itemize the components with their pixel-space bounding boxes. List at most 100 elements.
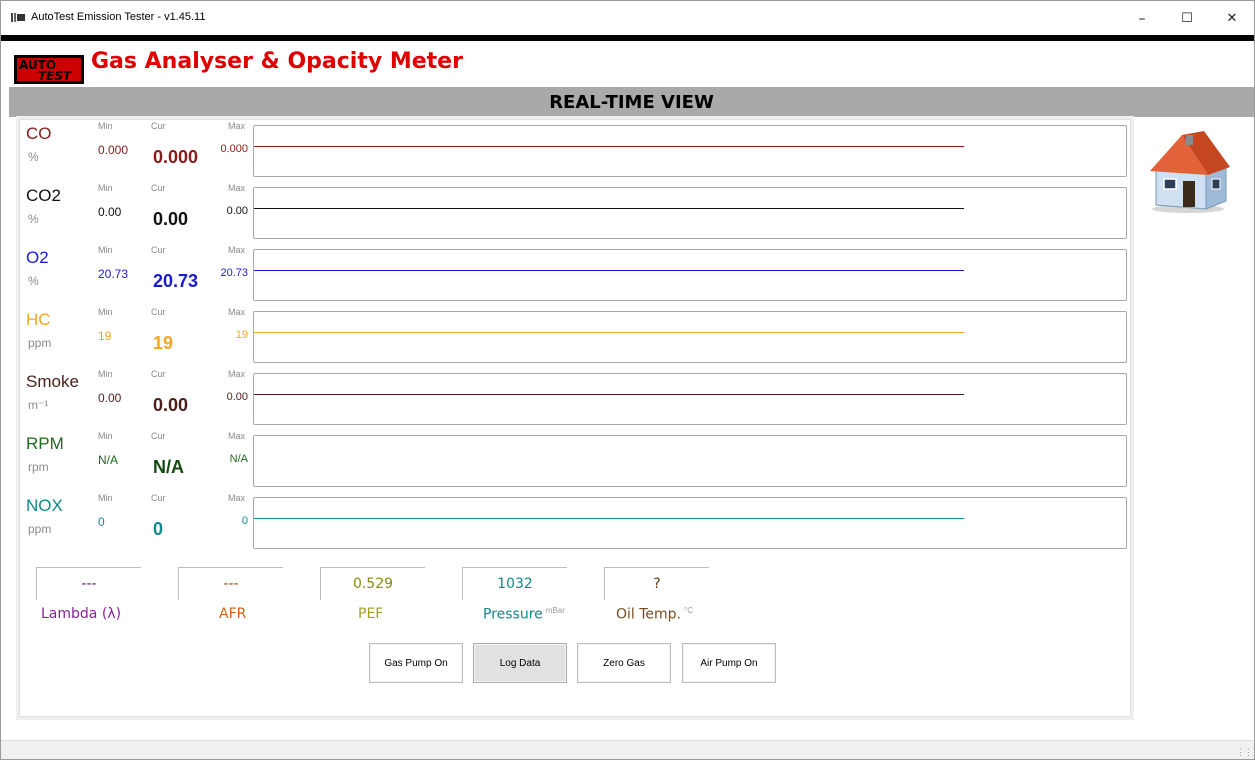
sensor-name: CO2 [26, 186, 61, 205]
sensor-row-smoke: Smoke m⁻¹ Min Cur Max 0.00 0.00 0.00 [1, 369, 1131, 427]
cur-label: Cur [151, 121, 166, 131]
sensor-unit: m⁻¹ [28, 398, 49, 412]
min-value: 20.73 [98, 267, 129, 281]
cur-label: Cur [151, 307, 166, 317]
sensor-unit: rpm [28, 460, 49, 474]
o2-trend-line [254, 270, 964, 271]
sensor-row-nox: NOX ppm Min Cur Max 0 0 0 [1, 493, 1131, 551]
afr-readout: --- [178, 567, 283, 600]
sensor-name: Smoke [26, 372, 79, 391]
min-value: 19 [98, 329, 112, 343]
smoke-trend-line [254, 394, 964, 395]
hc-trend-graph [253, 311, 1127, 363]
max-value: 0.00 [226, 205, 248, 217]
co2-trend-line [254, 208, 964, 209]
gas-pump-on-button[interactable]: Gas Pump On [369, 643, 463, 683]
oil-temp-unit: °C [684, 606, 693, 615]
pressure-readout: 1032 [462, 567, 567, 600]
oil-temp-value: ? [653, 576, 661, 592]
maximize-button[interactable]: ☐ [1167, 6, 1207, 32]
max-value: N/A [229, 453, 248, 465]
close-button[interactable]: ✕ [1212, 6, 1252, 32]
nox-trend-line [254, 518, 964, 519]
app-header: AUTO TEST Gas Analyser & Opacity Meter [1, 41, 1254, 87]
cur-label: Cur [151, 183, 166, 193]
current-value: 20.73 [153, 271, 199, 291]
max-value: 0.00 [226, 391, 248, 403]
current-value: 0.00 [153, 209, 189, 229]
current-value: 0.00 [153, 395, 189, 415]
zero-gas-button[interactable]: Zero Gas [577, 643, 671, 683]
sensor-name: HC [26, 310, 51, 329]
min-value: 0.00 [98, 391, 122, 405]
cur-label: Cur [151, 431, 166, 441]
current-value: N/A [153, 457, 184, 477]
air-pump-on-button[interactable]: Air Pump On [682, 643, 776, 683]
o2-trend-graph [253, 249, 1127, 301]
house-icon[interactable] [1146, 129, 1231, 214]
rpm-trend-graph [253, 435, 1127, 487]
max-label: Max [228, 493, 246, 503]
max-label: Max [228, 245, 246, 255]
minimize-button[interactable]: – [1122, 6, 1162, 32]
app-title: Gas Analyser & Opacity Meter [91, 49, 463, 74]
sensor-row-co: CO % Min Cur Max 0.000 0.000 0.000 [1, 121, 1131, 179]
min-value: 0.000 [98, 143, 129, 157]
sensor-unit: % [28, 274, 39, 288]
smoke-trend-graph [253, 373, 1127, 425]
max-label: Max [228, 369, 246, 379]
min-label: Min [98, 369, 113, 379]
hc-trend-line [254, 332, 964, 333]
view-title-bar: REAL-TIME VIEW [9, 87, 1254, 117]
co2-trend-graph [253, 187, 1127, 239]
pressure-label-text: Pressure [483, 606, 543, 623]
sensor-unit: ppm [28, 522, 52, 536]
sensor-row-o2: O2 % Min Cur Max 20.73 20.73 20.73 [1, 245, 1131, 303]
window-title: AutoTest Emission Tester - v1.45.11 [31, 11, 206, 23]
sensor-unit: % [28, 150, 39, 164]
lambda-value: --- [81, 576, 97, 592]
sensor-row-rpm: RPM rpm Min Cur Max N/A N/A N/A [1, 431, 1131, 489]
min-label: Min [98, 245, 113, 255]
min-label: Min [98, 121, 113, 131]
lambda-label: Lambda (λ) [41, 606, 122, 622]
min-label: Min [98, 183, 113, 193]
oil-temp-label-text: Oil Temp. [616, 606, 682, 623]
logo-text-bottom: TEST [38, 69, 72, 83]
cur-label: Cur [151, 245, 166, 255]
status-bar: ⋮⋮ [1, 740, 1254, 759]
pressure-unit: mBar [545, 606, 565, 615]
co-trend-graph [253, 125, 1127, 177]
cur-label: Cur [151, 493, 166, 503]
current-value: 19 [153, 333, 174, 353]
resize-grip-icon[interactable]: ⋮⋮ [1236, 747, 1253, 758]
min-label: Min [98, 493, 113, 503]
app-icon [11, 13, 25, 22]
nox-trend-graph [253, 497, 1127, 549]
co-trend-line [254, 146, 964, 147]
pef-readout: 0.529 [320, 567, 425, 600]
current-value: 0.000 [153, 147, 199, 167]
min-value: 0.00 [98, 205, 122, 219]
lambda-readout: --- [36, 567, 141, 600]
min-value: N/A [98, 453, 119, 467]
max-label: Max [228, 183, 246, 193]
pressure-value: 1032 [497, 576, 533, 592]
max-label: Max [228, 307, 246, 317]
min-value: 0 [98, 515, 105, 529]
autotest-logo: AUTO TEST [14, 55, 84, 84]
min-label: Min [98, 307, 113, 317]
view-title: REAL-TIME VIEW [549, 92, 714, 113]
pressure-label: Pressure mBar [483, 606, 565, 623]
log-data-button[interactable]: Log Data [473, 643, 567, 683]
pef-value: 0.529 [352, 576, 394, 592]
cur-label: Cur [151, 369, 166, 379]
sensor-row-hc: HC ppm Min Cur Max 19 19 19 [1, 307, 1131, 365]
sensor-unit: ppm [28, 336, 52, 350]
sensor-name: O2 [26, 248, 49, 267]
max-label: Max [228, 431, 246, 441]
afr-label: AFR [219, 606, 247, 622]
current-value: 0 [153, 519, 164, 539]
app-window: AutoTest Emission Tester - v1.45.11 – ☐ … [0, 0, 1255, 760]
sensor-name: NOX [26, 496, 63, 515]
